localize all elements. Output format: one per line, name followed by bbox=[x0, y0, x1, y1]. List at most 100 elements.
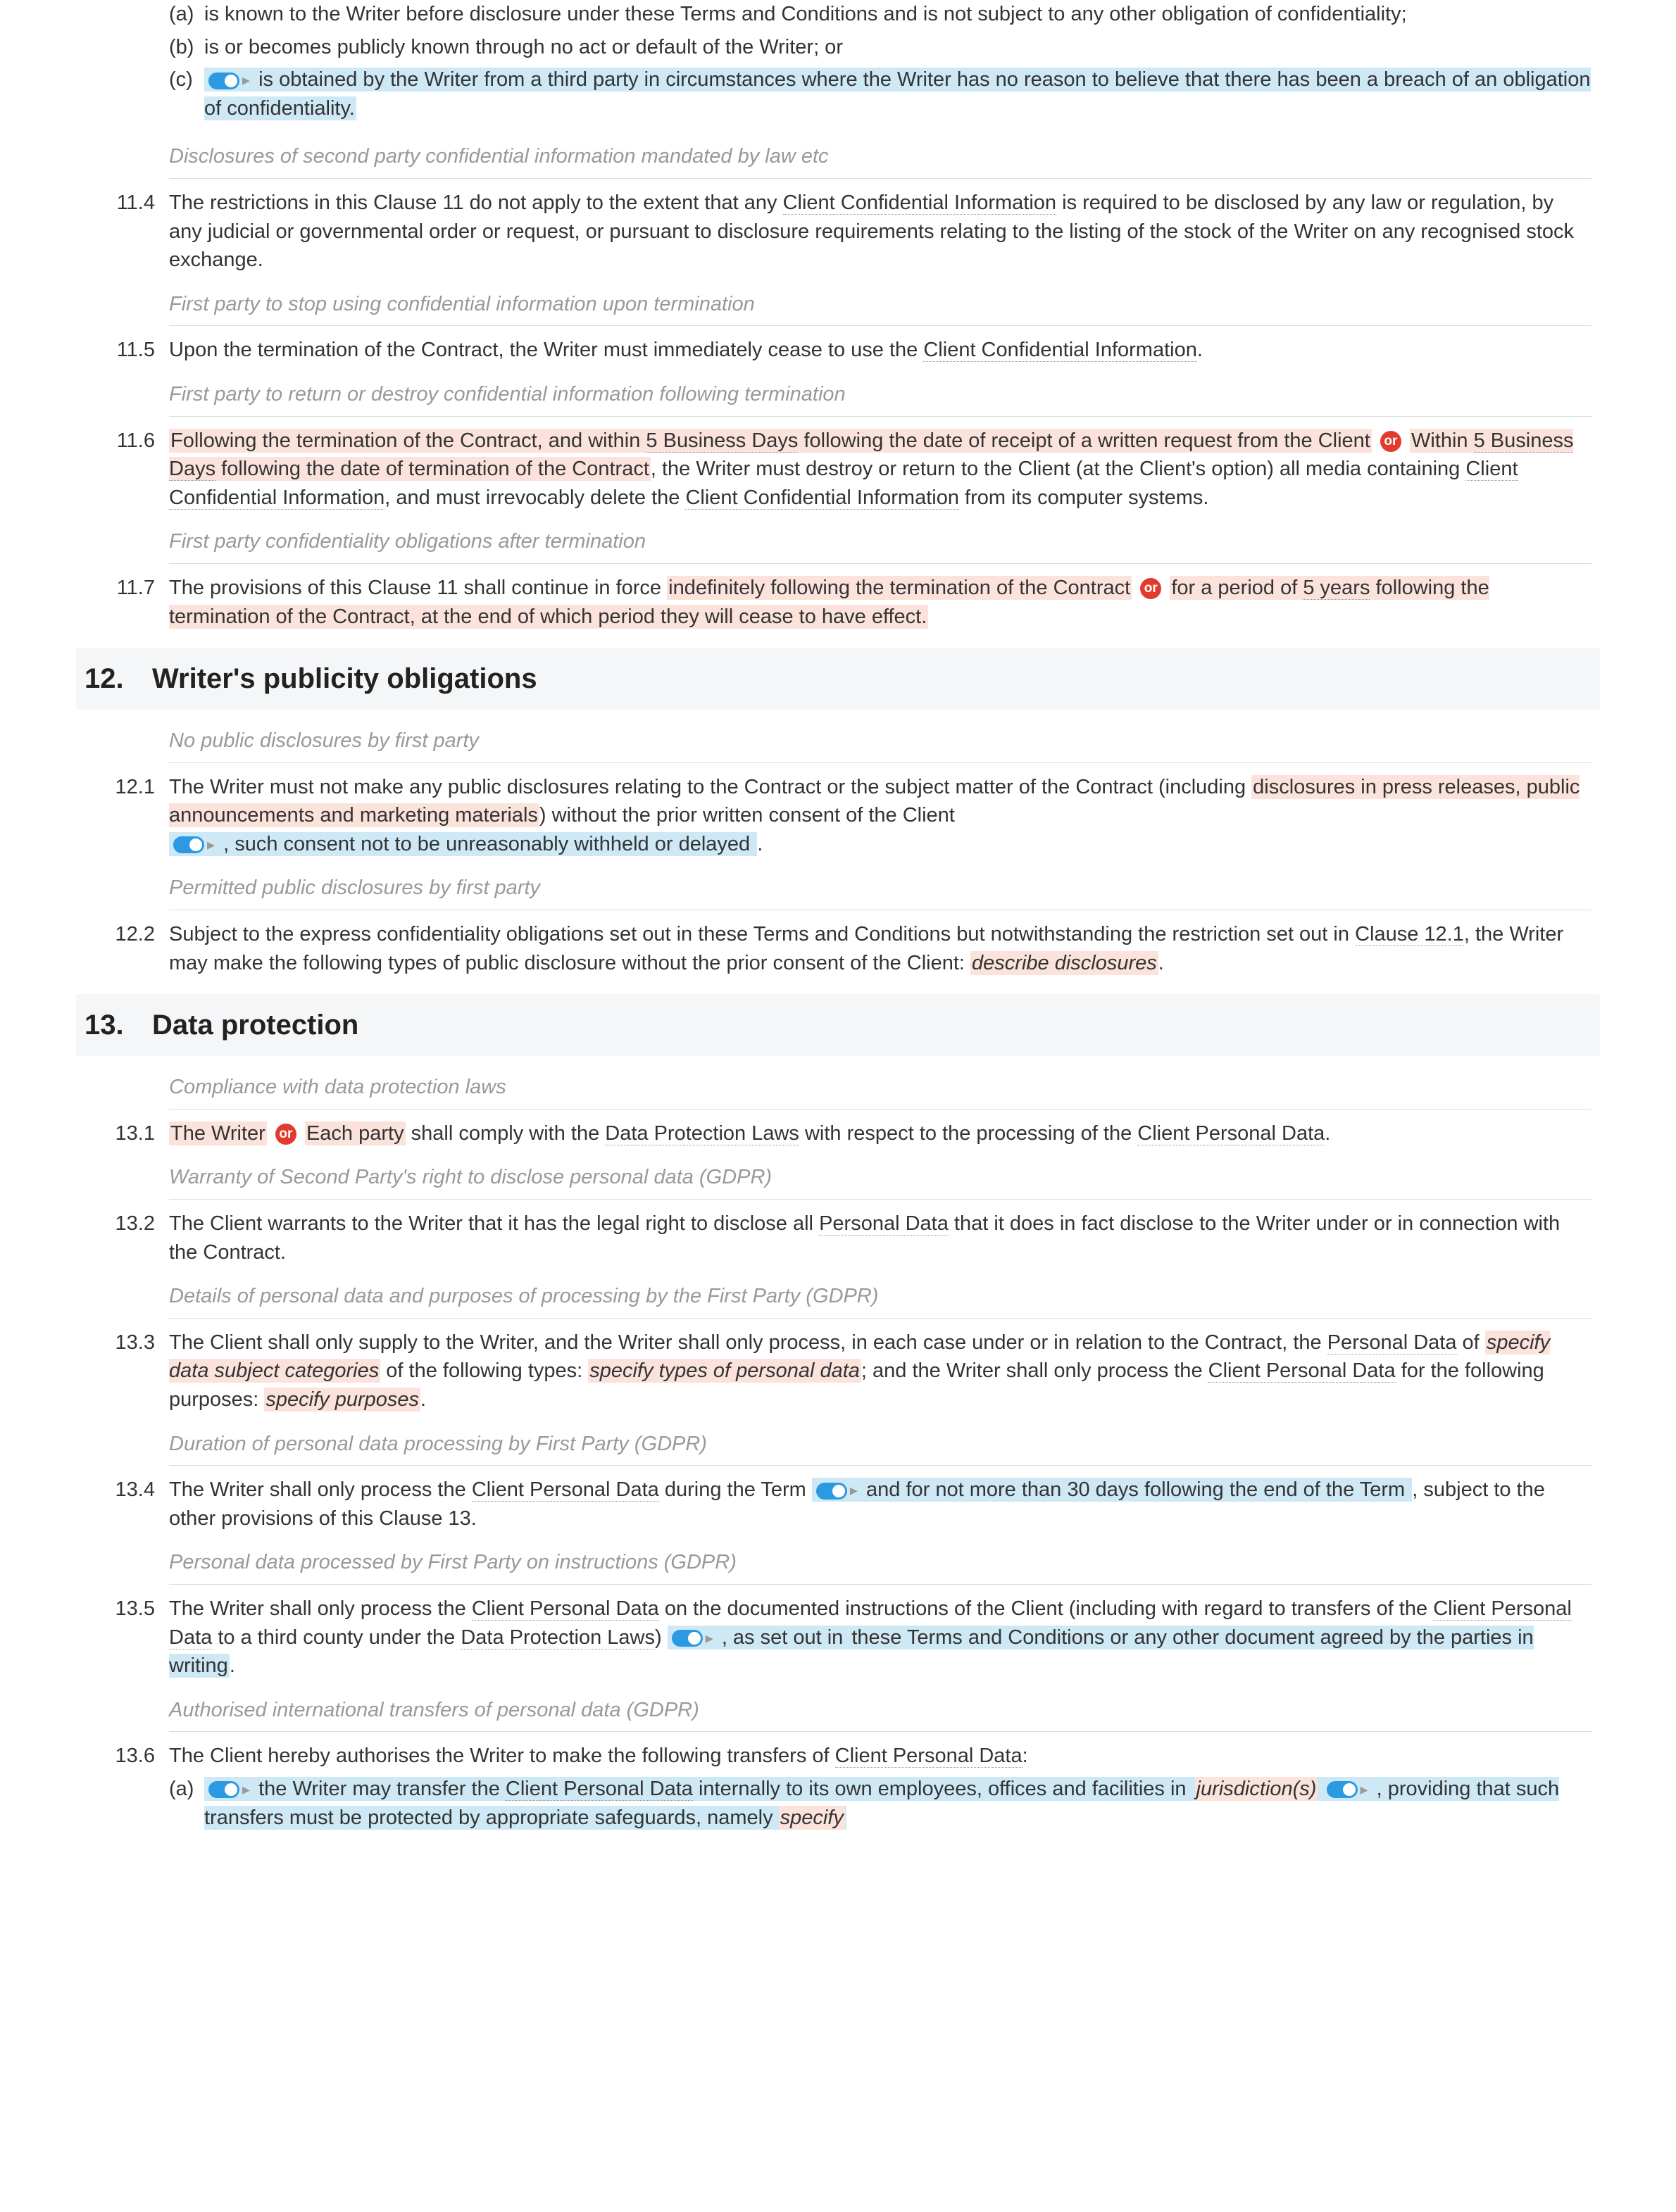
sublist-item-b: (b) is or becomes publicly known through… bbox=[169, 33, 1591, 62]
clause-caption: First party confidentiality obligations … bbox=[169, 522, 1591, 564]
clause-number: 13.3 bbox=[85, 1328, 169, 1414]
optional-block: ▸ and for not more than 30 days followin… bbox=[812, 1478, 1412, 1502]
clause-13-1: 13.1 The Writer or Each party shall comp… bbox=[85, 1119, 1591, 1148]
defined-term[interactable]: Client Personal Data bbox=[835, 1745, 1023, 1768]
defined-term[interactable]: Data Protection Laws bbox=[461, 1626, 655, 1649]
clause-11-4: 11.4 The restrictions in this Clause 11 … bbox=[85, 189, 1591, 275]
clause-body: The Client shall only supply to the Writ… bbox=[169, 1328, 1591, 1414]
toggle-on-icon[interactable]: ▸ bbox=[672, 1628, 713, 1649]
clause-caption: First party to return or destroy confide… bbox=[169, 375, 1591, 417]
clause-12-2: 12.2 Subject to the express confidential… bbox=[85, 920, 1591, 977]
clause-caption: First party to stop using confidential i… bbox=[169, 284, 1591, 327]
toggle-on-icon[interactable]: ▸ bbox=[208, 70, 250, 92]
defined-term[interactable]: Client Confidential Information bbox=[783, 191, 1056, 215]
placeholder-text[interactable]: specify purposes bbox=[264, 1388, 420, 1412]
clause-11-6: 11.6 Following the termination of the Co… bbox=[85, 427, 1591, 513]
clause-body: The Writer or Each party shall comply wi… bbox=[169, 1119, 1591, 1148]
option-a-highlight[interactable]: The Writer bbox=[169, 1121, 267, 1145]
optional-block: ▸ , such consent not to be unreasonably … bbox=[169, 832, 757, 856]
clause-caption: Duration of personal data processing by … bbox=[169, 1424, 1591, 1466]
sublist-item-a: (a) ▸ the Writer may transfer the Client… bbox=[169, 1775, 1591, 1832]
clause-caption: Permitted public disclosures by first pa… bbox=[169, 868, 1591, 910]
toggle-on-icon[interactable]: ▸ bbox=[208, 1779, 250, 1801]
clause-number: 13.5 bbox=[85, 1595, 169, 1680]
clause-number: 11.6 bbox=[85, 427, 169, 513]
sublist-letter: (c) bbox=[169, 65, 204, 122]
section-number: 12. bbox=[85, 659, 152, 698]
clause-13-2: 13.2 The Client warrants to the Writer t… bbox=[85, 1209, 1591, 1267]
clause-caption: Disclosures of second party confidential… bbox=[169, 137, 1591, 179]
document-page: (a) is known to the Writer before disclo… bbox=[0, 0, 1676, 1873]
option-a-highlight[interactable]: indefinitely following the termination o… bbox=[667, 576, 1132, 600]
toggle-on-icon[interactable]: ▸ bbox=[816, 1480, 858, 1502]
sublist-letter: (a) bbox=[169, 0, 204, 29]
defined-term[interactable]: Client Personal Data bbox=[1208, 1359, 1396, 1383]
clause-body: Upon the termination of the Contract, th… bbox=[169, 336, 1591, 365]
sublist-text: ▸ the Writer may transfer the Client Per… bbox=[204, 1775, 1591, 1832]
defined-term[interactable]: Client Personal Data bbox=[1137, 1122, 1325, 1145]
sublist-item-c: (c) ▸ is obtained by the Writer from a t… bbox=[169, 65, 1591, 122]
cross-reference-link[interactable]: Clause 12.1 bbox=[1355, 923, 1464, 946]
defined-term[interactable]: Client Confidential Information bbox=[685, 486, 958, 510]
or-badge[interactable]: or bbox=[1380, 431, 1401, 452]
placeholder-text[interactable]: specify types of personal data bbox=[588, 1359, 861, 1383]
clause-body: Subject to the express confidentiality o… bbox=[169, 920, 1591, 977]
clause-number: 13.6 bbox=[85, 1742, 169, 1836]
clause-caption: Compliance with data protection laws bbox=[169, 1067, 1591, 1110]
clause-number: 13.4 bbox=[85, 1476, 169, 1533]
clause-13-3: 13.3 The Client shall only supply to the… bbox=[85, 1328, 1591, 1414]
clause-number: 11.7 bbox=[85, 574, 169, 631]
clause-body: The Client hereby authorises the Writer … bbox=[169, 1742, 1591, 1836]
placeholder-text[interactable]: describe disclosures bbox=[970, 951, 1158, 975]
sublist-text: is known to the Writer before disclosure… bbox=[204, 0, 1591, 29]
sublist-letter: (b) bbox=[169, 33, 204, 62]
clause-caption: Warranty of Second Party's right to disc… bbox=[169, 1157, 1591, 1200]
clause-caption: No public disclosures by first party bbox=[169, 721, 1591, 763]
clause-number: 13.2 bbox=[85, 1209, 169, 1267]
clause-body: The provisions of this Clause 11 shall c… bbox=[169, 574, 1591, 631]
clause-number: 13.1 bbox=[85, 1119, 169, 1148]
toggle-on-icon[interactable]: ▸ bbox=[1327, 1779, 1368, 1801]
defined-term[interactable]: Client Personal Data bbox=[472, 1478, 659, 1502]
sublist-letter: (a) bbox=[169, 1775, 204, 1832]
option-a-highlight[interactable]: Following the termination of the Contrac… bbox=[169, 429, 1372, 453]
defined-term[interactable]: Data Protection Laws bbox=[605, 1122, 799, 1145]
clause-11-7: 11.7 The provisions of this Clause 11 sh… bbox=[85, 574, 1591, 631]
clause-body: Following the termination of the Contrac… bbox=[169, 427, 1591, 513]
clause-13-6: 13.6 The Client hereby authorises the Wr… bbox=[85, 1742, 1591, 1836]
or-badge[interactable]: or bbox=[275, 1124, 296, 1145]
clause-body: The Writer must not make any public disc… bbox=[169, 773, 1591, 859]
or-badge[interactable]: or bbox=[1140, 578, 1161, 599]
clause-body: The Writer shall only process the Client… bbox=[169, 1595, 1591, 1680]
clause-11-5: 11.5 Upon the termination of the Contrac… bbox=[85, 336, 1591, 365]
section-number: 13. bbox=[85, 1005, 152, 1045]
placeholder-text[interactable]: specify bbox=[779, 1806, 845, 1830]
placeholder-text[interactable]: jurisdiction(s) bbox=[1195, 1777, 1318, 1801]
clause-caption: Authorised international transfers of pe… bbox=[169, 1690, 1591, 1733]
defined-term[interactable]: Client Personal Data bbox=[506, 1778, 693, 1801]
section-title: Data protection bbox=[152, 1005, 358, 1045]
sublist-text: ▸ is obtained by the Writer from a third… bbox=[204, 65, 1591, 122]
clause-caption: Details of personal data and purposes of… bbox=[169, 1276, 1591, 1319]
sublist-item-a: (a) is known to the Writer before disclo… bbox=[169, 0, 1591, 29]
defined-term[interactable]: Client Confidential Information bbox=[923, 339, 1196, 362]
clause-row: (a) is known to the Writer before disclo… bbox=[85, 0, 1591, 127]
clause-number: 11.4 bbox=[85, 189, 169, 275]
defined-term[interactable]: Personal Data bbox=[1327, 1331, 1457, 1355]
sublist-text: is or becomes publicly known through no … bbox=[204, 33, 1591, 62]
section-header-13: 13. Data protection bbox=[76, 994, 1600, 1056]
clause-number: 12.2 bbox=[85, 920, 169, 977]
defined-term[interactable]: Client Personal Data bbox=[472, 1597, 659, 1621]
clause-body: The Writer shall only process the Client… bbox=[169, 1476, 1591, 1533]
clause-number: 12.1 bbox=[85, 773, 169, 859]
section-header-12: 12. Writer's publicity obligations bbox=[76, 648, 1600, 710]
defined-term[interactable]: Personal Data bbox=[819, 1212, 949, 1236]
clause-number: 11.5 bbox=[85, 336, 169, 365]
optional-block: ▸ , as set out in bbox=[668, 1626, 851, 1649]
clause-12-1: 12.1 The Writer must not make any public… bbox=[85, 773, 1591, 859]
clause-13-5: 13.5 The Writer shall only process the C… bbox=[85, 1595, 1591, 1680]
highlighted-text: is obtained by the Writer from a third p… bbox=[204, 68, 1591, 120]
toggle-on-icon[interactable]: ▸ bbox=[173, 834, 215, 856]
option-b-highlight[interactable]: Each party bbox=[305, 1121, 406, 1145]
section-title: Writer's publicity obligations bbox=[152, 659, 537, 698]
